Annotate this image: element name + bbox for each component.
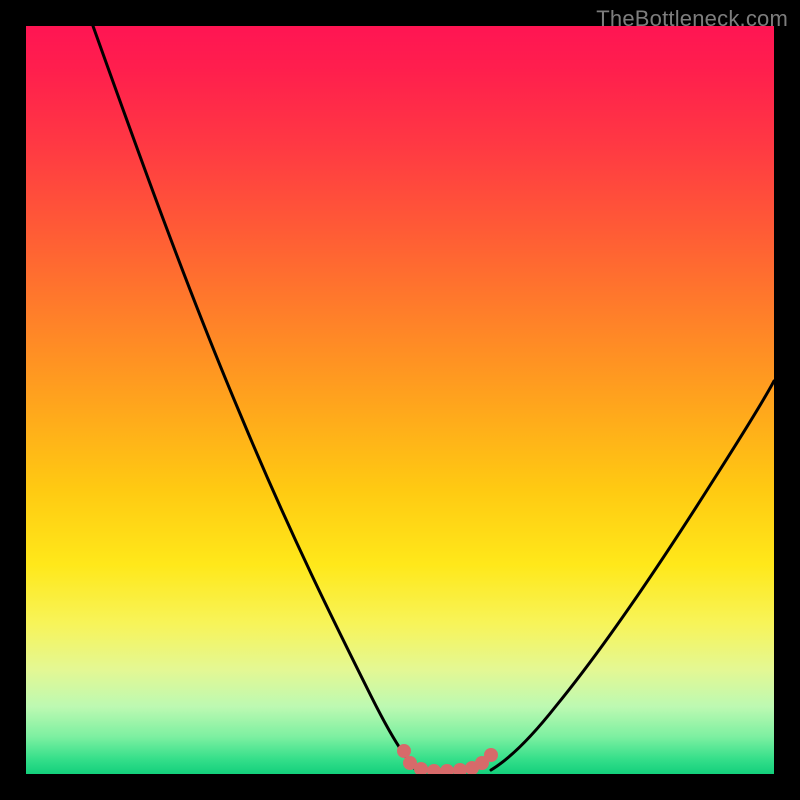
left-curve [93,26,416,770]
chart-frame: TheBottleneck.com [0,0,800,800]
trough-dots [397,744,498,774]
curve-layer [26,26,774,774]
plot-area [26,26,774,774]
right-curve [491,381,774,770]
